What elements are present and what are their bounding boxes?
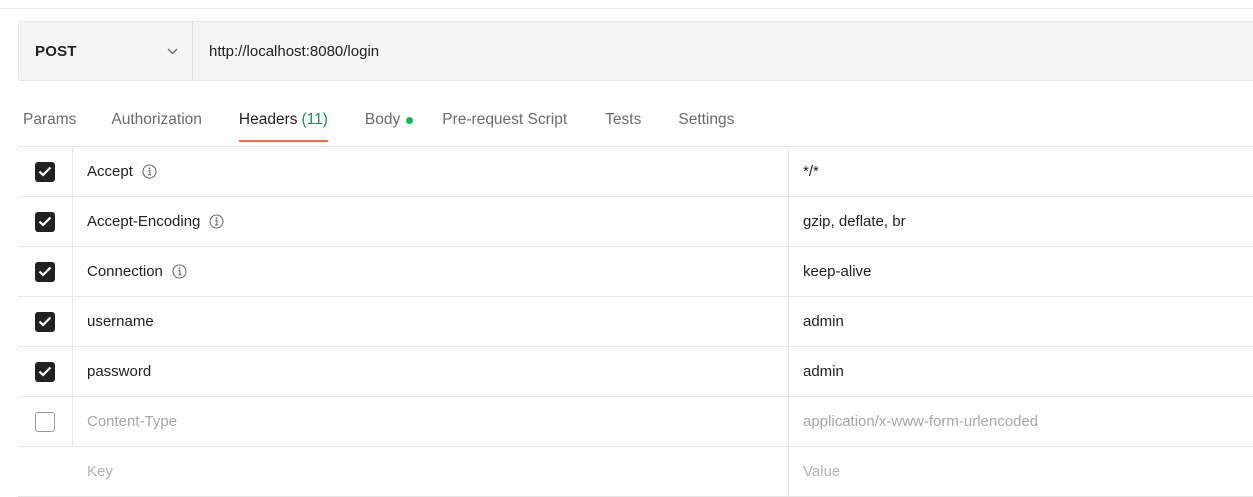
tab-params[interactable]: Params xyxy=(23,98,76,142)
method-select[interactable]: POST xyxy=(19,22,193,80)
table-row: Connection keep-alive xyxy=(18,247,1253,297)
checkbox-cell xyxy=(18,397,73,446)
header-value-cell[interactable]: application/x-www-form-urlencoded xyxy=(789,397,1253,446)
table-row: Content-Type application/x-www-form-urle… xyxy=(18,397,1253,447)
tab-headers[interactable]: Headers (11) xyxy=(238,98,328,142)
header-enabled-checkbox[interactable] xyxy=(35,211,55,232)
new-header-row: Key Value xyxy=(18,447,1253,497)
header-value: admin xyxy=(803,363,844,380)
request-tabs: Params Authorization Headers (11) Body P… xyxy=(0,98,734,142)
table-row: Accept */* xyxy=(18,147,1253,197)
header-key: Connection xyxy=(87,263,163,280)
header-value: gzip, deflate, br xyxy=(803,213,906,230)
check-icon xyxy=(38,266,52,277)
tab-tests[interactable]: Tests xyxy=(605,98,641,142)
header-value: keep-alive xyxy=(803,263,872,280)
new-value-input[interactable]: Value xyxy=(789,447,1253,496)
header-value: admin xyxy=(803,313,844,330)
tab-authorization-label: Authorization xyxy=(111,111,202,128)
header-key-cell[interactable]: Connection xyxy=(73,247,789,296)
header-key: password xyxy=(87,363,152,380)
check-icon xyxy=(38,166,52,177)
tab-pre-request-script[interactable]: Pre-request Script xyxy=(442,98,567,142)
info-icon[interactable] xyxy=(172,264,187,279)
header-value: */* xyxy=(803,163,819,180)
checkbox-cell xyxy=(18,247,73,296)
header-key-cell[interactable]: username xyxy=(73,297,789,346)
info-icon[interactable] xyxy=(142,164,157,179)
header-key: Accept-Encoding xyxy=(87,213,201,230)
url-input[interactable] xyxy=(193,22,1253,80)
header-value-cell[interactable]: admin xyxy=(789,297,1253,346)
header-value-cell[interactable]: admin xyxy=(789,347,1253,396)
tab-body-label: Body xyxy=(364,111,401,128)
header-key: username xyxy=(87,313,154,330)
info-icon[interactable] xyxy=(209,214,224,229)
chevron-down-icon xyxy=(166,45,178,57)
header-enabled-checkbox[interactable] xyxy=(35,311,55,332)
check-icon xyxy=(38,316,52,327)
tab-headers-count: (11) xyxy=(301,111,328,128)
value-placeholder: Value xyxy=(803,463,841,480)
checkbox-cell xyxy=(18,347,73,396)
header-value-cell[interactable]: keep-alive xyxy=(789,247,1253,296)
header-key-cell[interactable]: Accept-Encoding xyxy=(73,197,789,246)
check-icon xyxy=(38,366,52,377)
header-enabled-checkbox[interactable] xyxy=(35,261,55,282)
request-bar: POST xyxy=(18,21,1253,81)
header-key-cell[interactable]: password xyxy=(73,347,789,396)
key-placeholder: Key xyxy=(87,463,113,480)
checkbox-cell xyxy=(18,147,73,196)
tab-authorization[interactable]: Authorization xyxy=(111,98,201,142)
table-row: password admin xyxy=(18,347,1253,397)
header-value-cell[interactable]: gzip, deflate, br xyxy=(789,197,1253,246)
tab-tests-label: Tests xyxy=(605,111,642,128)
table-row: Accept-Encoding gzip, deflate, br xyxy=(18,197,1253,247)
tab-headers-label: Headers xyxy=(238,111,298,128)
checkbox-cell xyxy=(18,197,73,246)
new-key-input[interactable]: Key xyxy=(73,447,789,496)
header-key: Accept xyxy=(87,163,133,180)
header-key: Content-Type xyxy=(87,413,178,430)
header-key-cell[interactable]: Accept xyxy=(73,147,789,196)
header-enabled-checkbox[interactable] xyxy=(35,411,55,432)
header-value: application/x-www-form-urlencoded xyxy=(803,413,1039,430)
header-value-cell[interactable]: */* xyxy=(789,147,1253,196)
top-divider xyxy=(0,8,1253,9)
check-icon xyxy=(38,216,52,227)
tab-body[interactable]: Body xyxy=(364,98,414,142)
body-status-dot xyxy=(406,116,414,124)
header-enabled-checkbox[interactable] xyxy=(35,361,55,382)
table-row: username admin xyxy=(18,297,1253,347)
headers-table: Accept */* Accept-Encoding gzip, deflate… xyxy=(18,146,1253,497)
tab-pre-request-script-label: Pre-request Script xyxy=(442,111,568,128)
tab-params-label: Params xyxy=(23,111,77,128)
header-key-cell[interactable]: Content-Type xyxy=(73,397,789,446)
tab-settings-label: Settings xyxy=(678,111,735,128)
tab-settings[interactable]: Settings xyxy=(678,98,734,142)
header-enabled-checkbox[interactable] xyxy=(35,161,55,182)
method-label: POST xyxy=(35,42,77,60)
checkbox-cell xyxy=(18,447,73,496)
checkbox-cell xyxy=(18,297,73,346)
